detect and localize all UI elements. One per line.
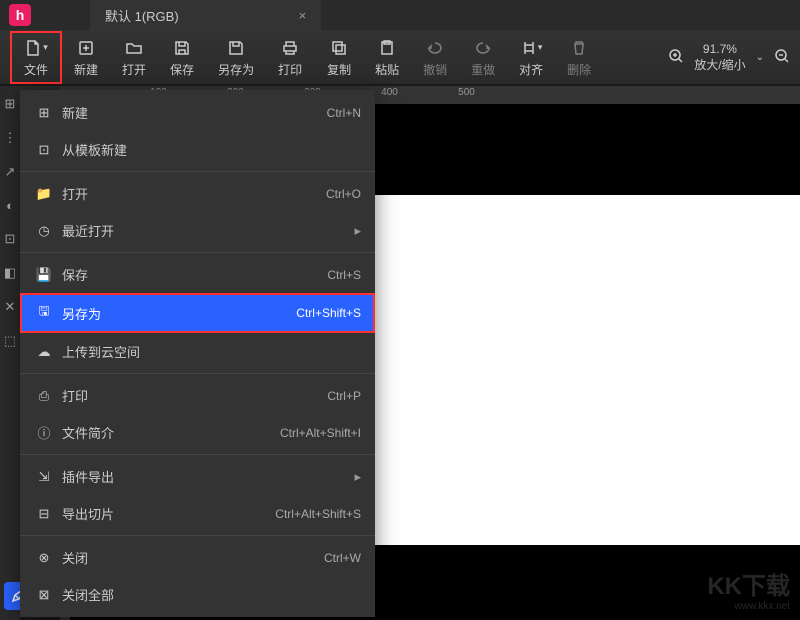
redo-button[interactable]: 重做 xyxy=(459,33,507,82)
file-label: 文件 xyxy=(24,61,48,78)
tool-icon-8[interactable]: ⬚ xyxy=(4,333,16,349)
zoom-value[interactable]: 91.7% xyxy=(703,42,737,56)
copy-label: 复制 xyxy=(327,61,351,78)
menu-plugin-export[interactable]: ⇲ 插件导出 ▸ xyxy=(20,458,375,495)
menu-new[interactable]: ⊞ 新建 Ctrl+N xyxy=(20,94,375,131)
align-button[interactable]: ▾ 对齐 xyxy=(507,33,555,82)
tool-icon-4[interactable]: ◐ xyxy=(6,198,14,213)
tool-icon-7[interactable]: ✕ xyxy=(5,299,16,315)
file-icon: ▾ xyxy=(24,37,48,59)
trash-icon xyxy=(570,37,588,59)
close-all-icon: ⊠ xyxy=(34,587,54,603)
file-menu: ⊞ 新建 Ctrl+N ⊡ 从模板新建 📁 打开 Ctrl+O ◷ 最近打开 ▸… xyxy=(20,90,375,617)
new-icon xyxy=(77,37,95,59)
printer-icon: ⎙ xyxy=(34,388,54,404)
menu-save[interactable]: 💾 保存 Ctrl+S xyxy=(20,256,375,293)
plus-square-icon: ⊞ xyxy=(34,105,54,121)
saveas-icon: 🖫 xyxy=(34,302,54,324)
zoom-controls: 91.7% 放大/缩小 ⌄ xyxy=(668,42,790,73)
toolbar: ▾ 文件 新建 打开 保存 另存为 打印 复制 粘贴 撤销 重做 ▾ 对齐 xyxy=(0,30,800,85)
new-label: 新建 xyxy=(74,61,98,78)
tab-bar: h 默认 1(RGB) × xyxy=(0,0,800,30)
print-button[interactable]: 打印 xyxy=(266,33,314,82)
close-circle-icon: ⊗ xyxy=(34,550,54,566)
zoom-out-icon[interactable] xyxy=(774,48,790,67)
menu-print[interactable]: ⎙ 打印 Ctrl+P xyxy=(20,377,375,414)
separator xyxy=(20,171,375,172)
tool-icon-5[interactable]: ⊡ xyxy=(5,231,16,247)
menu-open[interactable]: 📁 打开 Ctrl+O xyxy=(20,175,375,212)
paste-label: 粘贴 xyxy=(375,61,399,78)
slice-icon: ⊟ xyxy=(34,506,54,522)
tool-icon-3[interactable]: ↗ xyxy=(5,164,16,180)
tool-sidebar: ⊞ ⋮ ↗ ◐ ⊡ ◧ ✕ ⬚ xyxy=(0,86,20,620)
saveas-icon xyxy=(227,37,245,59)
saveas-button[interactable]: 另存为 xyxy=(206,33,266,82)
separator xyxy=(20,373,375,374)
info-icon: ⓘ xyxy=(34,423,54,442)
watermark: KK下载 www.kkx.net xyxy=(707,566,790,612)
tool-icon-6[interactable]: ◧ xyxy=(4,265,16,281)
menu-close-all[interactable]: ⊠ 关闭全部 xyxy=(20,576,375,613)
align-label: 对齐 xyxy=(519,61,543,78)
chevron-down-icon[interactable]: ⌄ xyxy=(756,52,764,63)
tool-icon-1[interactable]: ⊞ xyxy=(5,96,16,112)
folder-icon: 📁 xyxy=(34,186,54,202)
new-button[interactable]: 新建 xyxy=(62,33,110,82)
export-icon: ⇲ xyxy=(34,469,54,485)
separator xyxy=(20,535,375,536)
tab-title: 默认 1(RGB) xyxy=(105,6,179,25)
app-logo[interactable]: h xyxy=(0,0,40,30)
paste-icon xyxy=(378,37,396,59)
zoom-in-icon[interactable] xyxy=(668,48,684,67)
menu-close[interactable]: ⊗ 关闭 Ctrl+W xyxy=(20,539,375,576)
redo-label: 重做 xyxy=(471,61,495,78)
copy-button[interactable]: 复制 xyxy=(315,33,363,82)
separator xyxy=(20,454,375,455)
open-button[interactable]: 打开 xyxy=(110,33,158,82)
save-label: 保存 xyxy=(170,61,194,78)
save-button[interactable]: 保存 xyxy=(158,33,206,82)
logo-h-icon: h xyxy=(9,4,31,26)
separator xyxy=(20,252,375,253)
menu-from-template[interactable]: ⊡ 从模板新建 xyxy=(20,131,375,168)
print-icon xyxy=(281,37,299,59)
tool-icon-2[interactable]: ⋮ xyxy=(4,130,17,146)
cloud-icon: ☁ xyxy=(34,344,54,360)
saveas-label: 另存为 xyxy=(218,61,254,78)
paste-button[interactable]: 粘贴 xyxy=(363,33,411,82)
undo-icon xyxy=(426,37,444,59)
chevron-right-icon: ▸ xyxy=(354,223,361,239)
zoom-label: 放大/缩小 xyxy=(694,56,745,73)
print-label: 打印 xyxy=(278,61,302,78)
close-icon[interactable]: × xyxy=(299,8,307,23)
clock-icon: ◷ xyxy=(34,223,54,239)
delete-label: 删除 xyxy=(567,61,591,78)
chevron-right-icon: ▸ xyxy=(354,469,361,485)
menu-saveas[interactable]: 🖫 另存为 Ctrl+Shift+S xyxy=(20,293,375,333)
file-button[interactable]: ▾ 文件 xyxy=(10,31,62,84)
menu-export-slices[interactable]: ⊟ 导出切片 Ctrl+Alt+Shift+S xyxy=(20,495,375,532)
align-icon: ▾ xyxy=(520,37,543,59)
redo-icon xyxy=(474,37,492,59)
document-tab[interactable]: 默认 1(RGB) × xyxy=(90,0,321,30)
template-icon: ⊡ xyxy=(34,142,54,158)
undo-label: 撤销 xyxy=(423,61,447,78)
delete-button[interactable]: 删除 xyxy=(555,33,603,82)
save-icon: 💾 xyxy=(34,267,54,283)
open-label: 打开 xyxy=(122,61,146,78)
folder-icon xyxy=(125,37,143,59)
menu-docinfo[interactable]: ⓘ 文件简介 Ctrl+Alt+Shift+I xyxy=(20,414,375,451)
menu-recent[interactable]: ◷ 最近打开 ▸ xyxy=(20,212,375,249)
menu-upload-cloud[interactable]: ☁ 上传到云空间 xyxy=(20,333,375,370)
undo-button[interactable]: 撤销 xyxy=(411,33,459,82)
copy-icon xyxy=(330,37,348,59)
save-icon xyxy=(173,37,191,59)
